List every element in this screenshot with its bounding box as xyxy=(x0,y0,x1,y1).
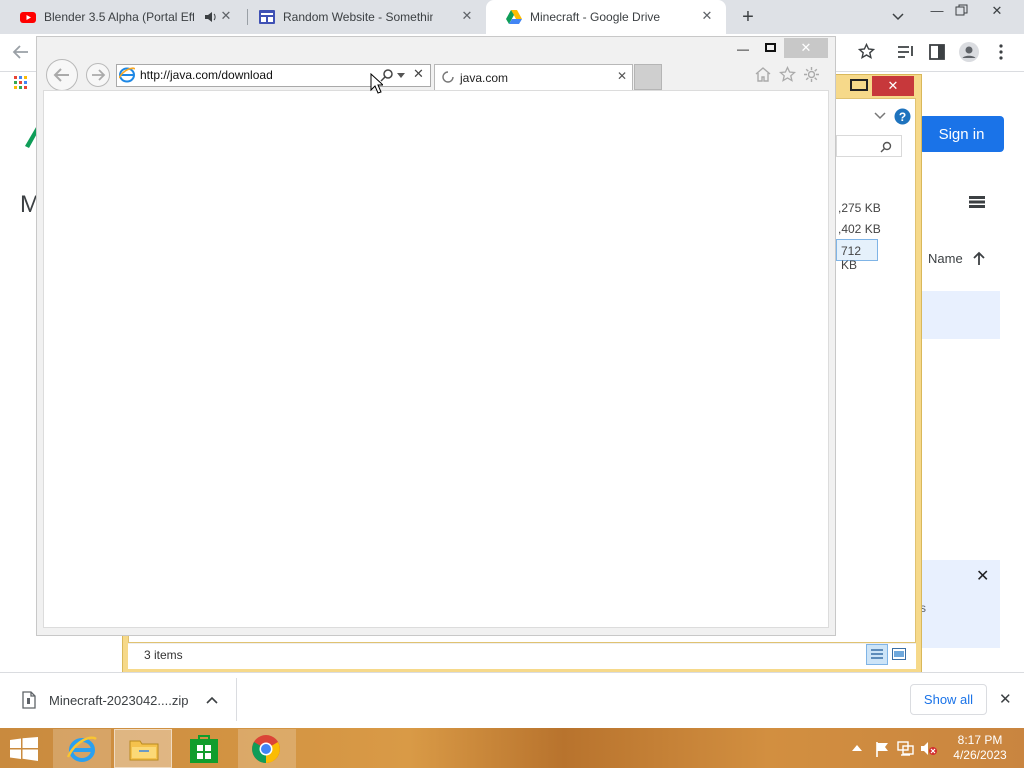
stop-icon[interactable]: ✕ xyxy=(413,66,424,82)
system-clock[interactable]: 8:17 PM 4/26/2023 xyxy=(940,733,1020,763)
dropdown-arrow-icon[interactable] xyxy=(397,73,405,78)
large-icons-view-icon[interactable] xyxy=(892,648,906,660)
explorer-status-bar xyxy=(128,643,916,669)
back-arrow-icon[interactable] xyxy=(12,44,30,60)
forward-arrow-icon xyxy=(92,69,106,81)
apps-grid-icon[interactable] xyxy=(14,76,28,90)
youtube-icon xyxy=(20,12,36,23)
taskbar-store-button[interactable] xyxy=(176,729,234,768)
sort-name-label[interactable]: Name xyxy=(928,251,963,266)
close-tab-icon[interactable]: ✕ xyxy=(617,69,627,83)
close-notice-icon[interactable]: ✕ xyxy=(976,566,989,586)
file-icon xyxy=(22,691,36,709)
website-icon xyxy=(259,10,275,24)
tab-random-website[interactable]: Random Website - Something ✕ xyxy=(239,0,486,34)
help-icon[interactable]: ? xyxy=(894,108,911,125)
speaker-icon[interactable] xyxy=(204,11,217,23)
ie-maximize-icon[interactable] xyxy=(765,43,776,52)
restore-icon[interactable] xyxy=(955,4,968,17)
google-drive-icon xyxy=(506,10,522,24)
ie-app-icon xyxy=(66,736,97,762)
file-size: ,275 KB xyxy=(838,201,881,215)
maximize-icon[interactable] xyxy=(850,79,868,91)
new-tab-button[interactable]: + xyxy=(737,6,759,28)
action-center-flag-icon[interactable] xyxy=(875,741,890,757)
tab-title: Blender 3.5 Alpha (Portal Effe xyxy=(44,10,194,24)
explorer-close-button[interactable]: ✕ xyxy=(872,76,914,96)
file-size-selected[interactable]: 712 KB xyxy=(836,239,878,272)
more-vert-icon[interactable] xyxy=(999,44,1003,60)
gear-icon[interactable] xyxy=(803,66,820,83)
clock-date: 4/26/2023 xyxy=(953,748,1007,762)
clock-time: 8:17 PM xyxy=(957,733,1003,747)
tab-title: Random Website - Something xyxy=(283,10,433,24)
profile-icon[interactable] xyxy=(959,42,979,62)
close-tab-icon[interactable]: ✕ xyxy=(219,9,233,23)
star-icon[interactable] xyxy=(858,43,875,60)
mouse-cursor-icon xyxy=(370,73,383,94)
tab-google-drive[interactable]: Minecraft - Google Drive ✕ xyxy=(486,0,726,34)
drive-selected-row xyxy=(922,291,1000,339)
sign-in-button[interactable]: Sign in xyxy=(919,116,1004,152)
details-view-icon[interactable] xyxy=(866,644,888,665)
ie-forward-button[interactable] xyxy=(86,63,110,87)
favorites-star-icon[interactable] xyxy=(779,66,796,83)
loading-spinner-icon xyxy=(442,71,454,83)
explorer-search-box[interactable] xyxy=(836,135,902,157)
search-icon[interactable] xyxy=(880,141,892,153)
ie-back-button[interactable] xyxy=(46,59,78,91)
tab-title: Minecraft - Google Drive xyxy=(530,10,661,24)
item-count: 3 items xyxy=(144,648,183,662)
ie-new-tab-button[interactable] xyxy=(634,64,662,90)
chrome-app-icon xyxy=(252,735,280,763)
taskbar-explorer-button[interactable] xyxy=(114,729,172,768)
download-divider xyxy=(236,678,237,721)
close-tab-icon[interactable]: ✕ xyxy=(700,9,714,23)
side-panel-icon[interactable] xyxy=(929,44,945,60)
ie-page-content xyxy=(43,90,829,628)
ie-url-text[interactable]: http://java.com/download xyxy=(140,68,273,82)
arrow-up-icon[interactable] xyxy=(973,251,985,266)
ie-minimize-icon[interactable]: — xyxy=(736,42,750,56)
close-download-bar-icon[interactable]: ✕ xyxy=(999,690,1012,708)
minimize-icon[interactable]: — xyxy=(925,2,949,20)
back-arrow-icon xyxy=(53,68,69,82)
download-filename[interactable]: Minecraft-2023042....zip xyxy=(49,693,188,708)
ie-tab-title: java.com xyxy=(460,71,509,85)
svg-text:?: ? xyxy=(899,110,906,124)
show-hidden-icons-icon[interactable] xyxy=(852,745,862,751)
folder-icon xyxy=(129,740,159,761)
list-view-icon[interactable] xyxy=(969,196,985,208)
taskbar-chrome-button[interactable] xyxy=(238,729,296,768)
ie-close-button[interactable]: ✕ xyxy=(784,38,828,58)
tab-blender[interactable]: Blender 3.5 Alpha (Portal Effe ✕ xyxy=(0,0,245,34)
network-icon[interactable] xyxy=(897,741,914,756)
chevron-up-icon[interactable] xyxy=(206,696,218,704)
chevron-down-icon[interactable] xyxy=(874,112,886,120)
volume-muted-icon[interactable] xyxy=(920,741,937,756)
reading-list-icon[interactable] xyxy=(897,44,915,60)
close-window-icon[interactable]: ✕ xyxy=(985,2,1009,20)
ie-page-icon xyxy=(119,67,135,83)
close-tab-icon[interactable]: ✕ xyxy=(460,9,474,23)
file-size: ,402 KB xyxy=(838,222,881,236)
show-all-button[interactable]: Show all xyxy=(910,684,987,715)
chevron-down-icon[interactable] xyxy=(891,12,905,22)
windows-start-icon[interactable] xyxy=(10,737,38,761)
home-icon[interactable] xyxy=(754,66,772,83)
taskbar-ie-button[interactable] xyxy=(53,729,111,768)
store-icon xyxy=(190,735,218,763)
